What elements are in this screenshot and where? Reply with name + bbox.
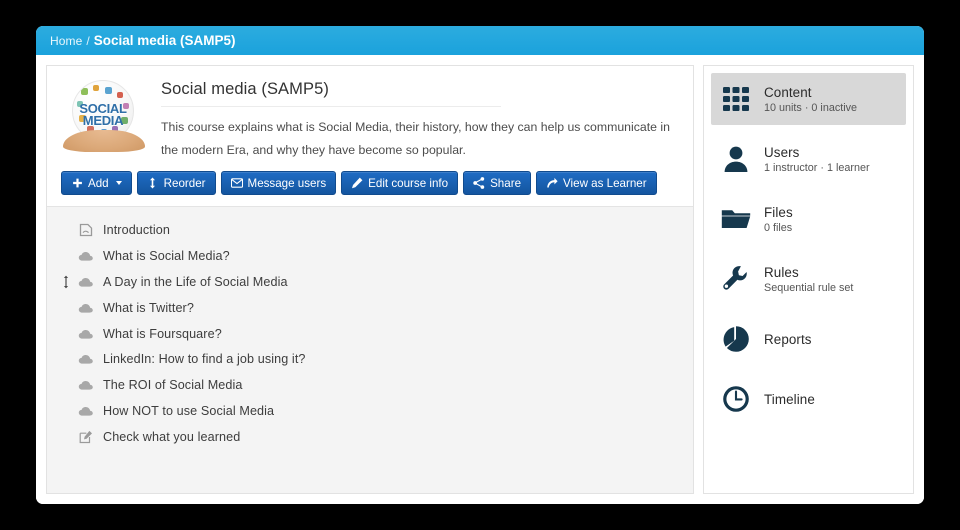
sidebar-item-users[interactable]: Users 1 instructor · 1 learner (711, 133, 906, 185)
unit-list-item[interactable]: What is Social Media? (47, 243, 693, 269)
course-header: SOCIAL MEDIA Social media (SAMP5) This c… (47, 66, 693, 169)
edit-course-info-button[interactable]: Edit course info (341, 171, 459, 196)
pencil-icon (351, 177, 363, 189)
sidebar-item-text: Users 1 instructor · 1 learner (764, 145, 870, 174)
envelope-icon (230, 177, 243, 189)
folder-icon (719, 202, 753, 236)
share-icon (473, 177, 485, 190)
unit-label: What is Twitter? (103, 300, 194, 315)
breadcrumb: Home / Social media (SAMP5) (36, 26, 924, 55)
unit-list-item[interactable]: What is Twitter? (47, 295, 693, 321)
user-icon (719, 142, 753, 176)
edit-course-info-button-label: Edit course info (368, 176, 449, 190)
sidebar-item-text: Rules Sequential rule set (764, 265, 853, 294)
sidebar-item-subtitle: Sequential rule set (764, 281, 854, 294)
unit-label: The ROI of Social Media (103, 378, 243, 393)
message-users-button-label: Message users (247, 176, 327, 190)
window-body: SOCIAL MEDIA Social media (SAMP5) This c… (36, 55, 924, 504)
add-button-label: Add (88, 176, 109, 190)
sidebar-item-text: Reports (764, 332, 812, 347)
cloud-icon (75, 276, 97, 288)
reorder-icon (147, 177, 159, 189)
sidebar-item-title: Files (764, 204, 793, 220)
cloud-icon (75, 302, 97, 314)
unit-list-item[interactable]: The ROI of Social Media (47, 372, 693, 398)
sidebar-item-reports[interactable]: Reports (711, 313, 906, 365)
share-button[interactable]: Share (463, 171, 532, 196)
sidebar-item-content[interactable]: Content 10 units · 0 inactive (711, 73, 906, 125)
page-icon (75, 223, 97, 237)
share-button-label: Share (490, 176, 522, 190)
sidebar-item-subtitle: 0 files (764, 221, 793, 234)
unit-label: Check what you learned (103, 429, 241, 444)
unit-list-item[interactable]: A Day in the Life of Social Media (47, 269, 693, 295)
sidebar-item-subtitle: 1 instructor · 1 learner (764, 161, 870, 174)
unit-label: Introduction (103, 223, 171, 238)
test-pencil-icon (75, 430, 97, 444)
arrow-right-curve-icon (546, 177, 558, 189)
sidebar-item-timeline[interactable]: Timeline (711, 373, 906, 425)
app-window: Home / Social media (SAMP5) SOCIAL MEDIA… (36, 26, 924, 504)
unit-label: A Day in the Life of Social Media (103, 274, 288, 289)
course-toolbar: Add Reorder Message users Edit course in… (47, 169, 693, 206)
add-button[interactable]: Add (61, 171, 132, 196)
sidebar-item-title: Timeline (764, 391, 815, 407)
sidebar-item-title: Rules (764, 264, 799, 280)
reorder-button[interactable]: Reorder (136, 171, 216, 196)
cloud-icon (75, 379, 97, 391)
sidebar-item-text: Timeline (764, 392, 815, 407)
drag-handle-icon[interactable] (57, 275, 75, 289)
course-meta: Social media (SAMP5) This course explain… (161, 78, 679, 161)
unit-list-item[interactable]: What is Foursquare? (47, 321, 693, 347)
sidebar-item-text: Content 10 units · 0 inactive (764, 85, 857, 114)
unit-list-item[interactable]: LinkedIn: How to find a job using it? (47, 346, 693, 372)
cloud-icon (75, 353, 97, 365)
sidebar-item-text: Files 0 files (764, 205, 793, 234)
view-as-learner-button[interactable]: View as Learner (536, 171, 657, 196)
pie-chart-icon (719, 322, 753, 356)
unit-list: Introduction What is Social Media? A Day… (47, 206, 693, 493)
course-content-panel: SOCIAL MEDIA Social media (SAMP5) This c… (46, 65, 694, 494)
message-users-button[interactable]: Message users (220, 171, 337, 196)
sidebar-item-rules[interactable]: Rules Sequential rule set (711, 253, 906, 305)
view-as-learner-button-label: View as Learner (563, 176, 647, 190)
unit-label: How NOT to use Social Media (103, 403, 275, 418)
breadcrumb-home-link[interactable]: Home (50, 34, 82, 48)
plus-icon (71, 177, 83, 189)
grid-icon (719, 82, 753, 116)
sidebar-item-title: Content (764, 84, 812, 100)
cloud-icon (75, 250, 97, 262)
hand-illustration (63, 130, 145, 152)
chevron-down-icon (115, 181, 122, 186)
course-title: Social media (SAMP5) (161, 80, 329, 98)
title-divider (161, 106, 501, 107)
unit-label: What is Social Media? (103, 249, 230, 264)
sidebar-item-title: Reports (764, 331, 812, 347)
unit-label: LinkedIn: How to find a job using it? (103, 352, 306, 367)
sidebar-item-files[interactable]: Files 0 files (711, 193, 906, 245)
cloud-icon (75, 328, 97, 340)
unit-list-item[interactable]: Check what you learned (47, 424, 693, 450)
unit-label: What is Foursquare? (103, 326, 222, 341)
unit-list-item[interactable]: Introduction (47, 217, 693, 243)
sidebar-item-subtitle: 10 units · 0 inactive (764, 101, 858, 114)
course-sidebar: Content 10 units · 0 inactive Users 1 in… (703, 65, 914, 494)
breadcrumb-separator: / (86, 33, 90, 48)
clock-icon (719, 382, 753, 416)
thumbnail-label-media: MEDIA (82, 113, 124, 128)
cloud-icon (75, 405, 97, 417)
reorder-button-label: Reorder (163, 176, 206, 190)
course-thumbnail: SOCIAL MEDIA (61, 78, 147, 152)
sidebar-item-title: Users (764, 144, 800, 160)
wrench-icon (719, 262, 753, 296)
breadcrumb-current: Social media (SAMP5) (93, 33, 236, 48)
course-description: This course explains what is Social Medi… (161, 120, 670, 157)
unit-list-item[interactable]: How NOT to use Social Media (47, 398, 693, 424)
